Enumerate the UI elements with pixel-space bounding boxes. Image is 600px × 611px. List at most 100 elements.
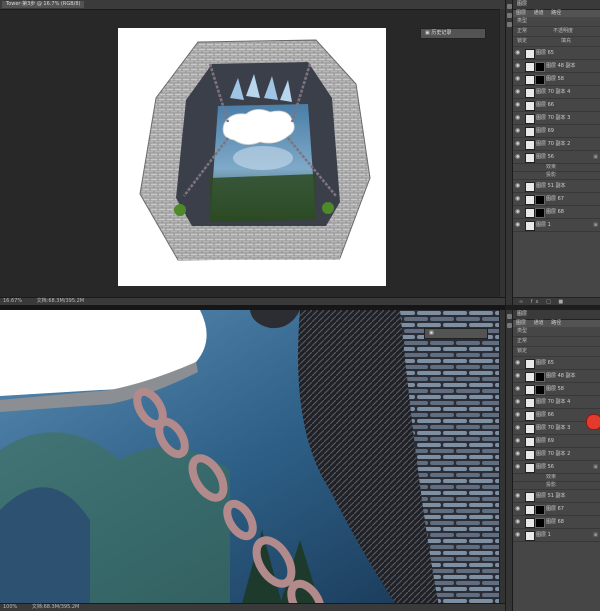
visibility-eye-icon[interactable]: ◉ <box>515 99 523 111</box>
layer-effect-row[interactable]: 效果 <box>513 164 600 172</box>
layer-row[interactable]: ◉ 图层 56 ▣ <box>513 151 600 164</box>
layer-row[interactable]: ◉ 图层 58 <box>513 383 600 396</box>
new-layer-icon[interactable]: □ <box>546 299 554 305</box>
layer-row[interactable]: ◉ 图层 66 <box>513 99 600 112</box>
visibility-eye-icon[interactable]: ◉ <box>515 435 523 447</box>
visibility-eye-icon[interactable]: ◉ <box>515 125 523 137</box>
layer-row[interactable]: ◉ 图层 69 <box>513 125 600 138</box>
layer-row[interactable]: ◉ 图层 1 ▣ <box>513 219 600 232</box>
layer-row[interactable]: ◉ 图层 58 <box>513 73 600 86</box>
layer-row[interactable]: ◉ 图层 65 <box>513 47 600 60</box>
layer-thumbnail <box>525 49 535 59</box>
tab-paths[interactable]: 路径 <box>551 10 561 16</box>
tab-layers[interactable]: 图层 <box>516 10 526 16</box>
layer-effect-row[interactable]: 效果 <box>513 474 600 482</box>
layer-thumbnail <box>525 492 535 502</box>
layer-row[interactable]: ◉ 图层 51 副本 <box>513 180 600 193</box>
layer-name: 图层 58 <box>546 386 564 392</box>
link-icon[interactable]: ∞ <box>519 299 526 305</box>
layer-effect-row[interactable]: 投影 <box>513 482 600 490</box>
layer-row[interactable]: ◉ 图层 51 副本 <box>513 490 600 503</box>
visibility-eye-icon[interactable]: ◉ <box>515 219 523 231</box>
layer-row[interactable]: ◉ 图层 67 <box>513 503 600 516</box>
layer-row[interactable]: ◉ 图层 65 <box>513 357 600 370</box>
trash-icon[interactable]: ■ <box>558 299 566 305</box>
kind-filter-bottom[interactable]: 类型 <box>517 328 527 334</box>
visibility-eye-icon[interactable]: ◉ <box>515 73 523 85</box>
visibility-eye-icon[interactable]: ◉ <box>515 193 523 205</box>
top-zoom-readout[interactable]: 16.67% <box>3 298 22 304</box>
layer-effect-row[interactable]: 投影 <box>513 172 600 180</box>
canvas-top[interactable] <box>118 28 386 286</box>
fx-icon[interactable]: fx <box>531 299 542 305</box>
canvas-bottom[interactable] <box>0 310 505 611</box>
blend-mode-select-bottom[interactable]: 正常 <box>517 338 527 344</box>
layer-row[interactable]: ◉ 图层 70 副本 2 <box>513 138 600 151</box>
visibility-eye-icon[interactable]: ◉ <box>515 396 523 408</box>
layers-panel-top: 图层 图层 通道 路径 类型 正常 不透明度 锁定 填充 ◉ 图层 65 ◉ 图层 4… <box>512 0 600 305</box>
history-float-panel-bottom[interactable]: ▣ <box>424 328 488 339</box>
notification-badge[interactable] <box>586 414 600 430</box>
layer-row[interactable]: ◉ 图层 48 副本 <box>513 370 600 383</box>
visibility-eye-icon[interactable]: ◉ <box>515 461 523 473</box>
layer-row[interactable]: ◉ 图层 70 副本 4 <box>513 86 600 99</box>
layer-row[interactable]: ◉ 图层 68 <box>513 206 600 219</box>
visibility-eye-icon[interactable]: ◉ <box>515 357 523 369</box>
visibility-eye-icon[interactable]: ◉ <box>515 409 523 421</box>
visibility-eye-icon[interactable]: ◉ <box>515 47 523 59</box>
layer-mask-thumbnail[interactable] <box>535 372 545 382</box>
layer-name: 图层 70 副本 4 <box>536 89 571 95</box>
layer-mask-thumbnail[interactable] <box>535 75 545 85</box>
visibility-eye-icon[interactable]: ◉ <box>515 422 523 434</box>
document-tab-top[interactable]: Tower·第3步 @ 16.7% (RGB/8) <box>2 1 85 8</box>
visibility-eye-icon[interactable]: ◉ <box>515 503 523 515</box>
layer-mask-thumbnail[interactable] <box>535 195 545 205</box>
visibility-eye-icon[interactable]: ◉ <box>515 516 523 528</box>
layer-row[interactable]: ◉ 图层 70 副本 2 <box>513 448 600 461</box>
layer-mask-thumbnail[interactable] <box>535 62 545 72</box>
layer-thumbnail <box>525 88 535 98</box>
visibility-eye-icon[interactable]: ◉ <box>515 529 523 541</box>
layer-mask-thumbnail[interactable] <box>535 518 545 528</box>
layer-name: 图层 69 <box>536 128 554 134</box>
bottom-status-bar: 100% 文档:68.3M/395.2M <box>0 603 505 611</box>
lock-icon: ▣ <box>593 464 598 470</box>
visibility-eye-icon[interactable]: ◉ <box>515 86 523 98</box>
visibility-eye-icon[interactable]: ◉ <box>515 370 523 382</box>
layer-row[interactable]: ◉ 图层 70 副本 3 <box>513 112 600 125</box>
layer-mask-thumbnail[interactable] <box>535 208 545 218</box>
layer-thumbnail <box>525 372 535 382</box>
layer-name: 图层 51 副本 <box>536 183 566 189</box>
layer-row[interactable]: ◉ 图层 67 <box>513 193 600 206</box>
history-float-panel[interactable]: ▣ 历史记录 <box>420 28 486 39</box>
tab-channels[interactable]: 通道 <box>534 10 544 16</box>
visibility-eye-icon[interactable]: ◉ <box>515 112 523 124</box>
kind-filter[interactable]: 类型 <box>517 18 527 24</box>
layer-row[interactable]: ◉ 图层 70 副本 4 <box>513 396 600 409</box>
layer-filter-row: 类型 <box>513 17 600 27</box>
layer-row[interactable]: ◉ 图层 1 ▣ <box>513 529 600 542</box>
tab-paths-bottom[interactable]: 路径 <box>551 320 561 326</box>
layer-mask-thumbnail[interactable] <box>535 385 545 395</box>
visibility-eye-icon[interactable]: ◉ <box>515 490 523 502</box>
visibility-eye-icon[interactable]: ◉ <box>515 180 523 192</box>
visibility-eye-icon[interactable]: ◉ <box>515 60 523 72</box>
layer-row[interactable]: ◉ 图层 69 <box>513 435 600 448</box>
layer-row[interactable]: ◉ 图层 68 <box>513 516 600 529</box>
layer-name: 图层 68 <box>546 519 564 525</box>
visibility-eye-icon[interactable]: ◉ <box>515 138 523 150</box>
visibility-eye-icon[interactable]: ◉ <box>515 448 523 460</box>
layer-name: 图层 51 副本 <box>536 493 566 499</box>
layer-row[interactable]: ◉ 图层 56 ▣ <box>513 461 600 474</box>
tab-layers-bottom[interactable]: 图层 <box>516 320 526 326</box>
blend-mode-select[interactable]: 正常 <box>517 28 527 34</box>
layer-thumbnail <box>525 450 535 460</box>
visibility-eye-icon[interactable]: ◉ <box>515 383 523 395</box>
bottom-zoom-readout[interactable]: 100% <box>3 604 17 610</box>
tab-channels-bottom[interactable]: 通道 <box>534 320 544 326</box>
visibility-eye-icon[interactable]: ◉ <box>515 151 523 163</box>
layer-row[interactable]: ◉ 图层 48 副本 <box>513 60 600 73</box>
layer-mask-thumbnail[interactable] <box>535 505 545 515</box>
lock-icon: ▣ <box>593 532 598 538</box>
visibility-eye-icon[interactable]: ◉ <box>515 206 523 218</box>
